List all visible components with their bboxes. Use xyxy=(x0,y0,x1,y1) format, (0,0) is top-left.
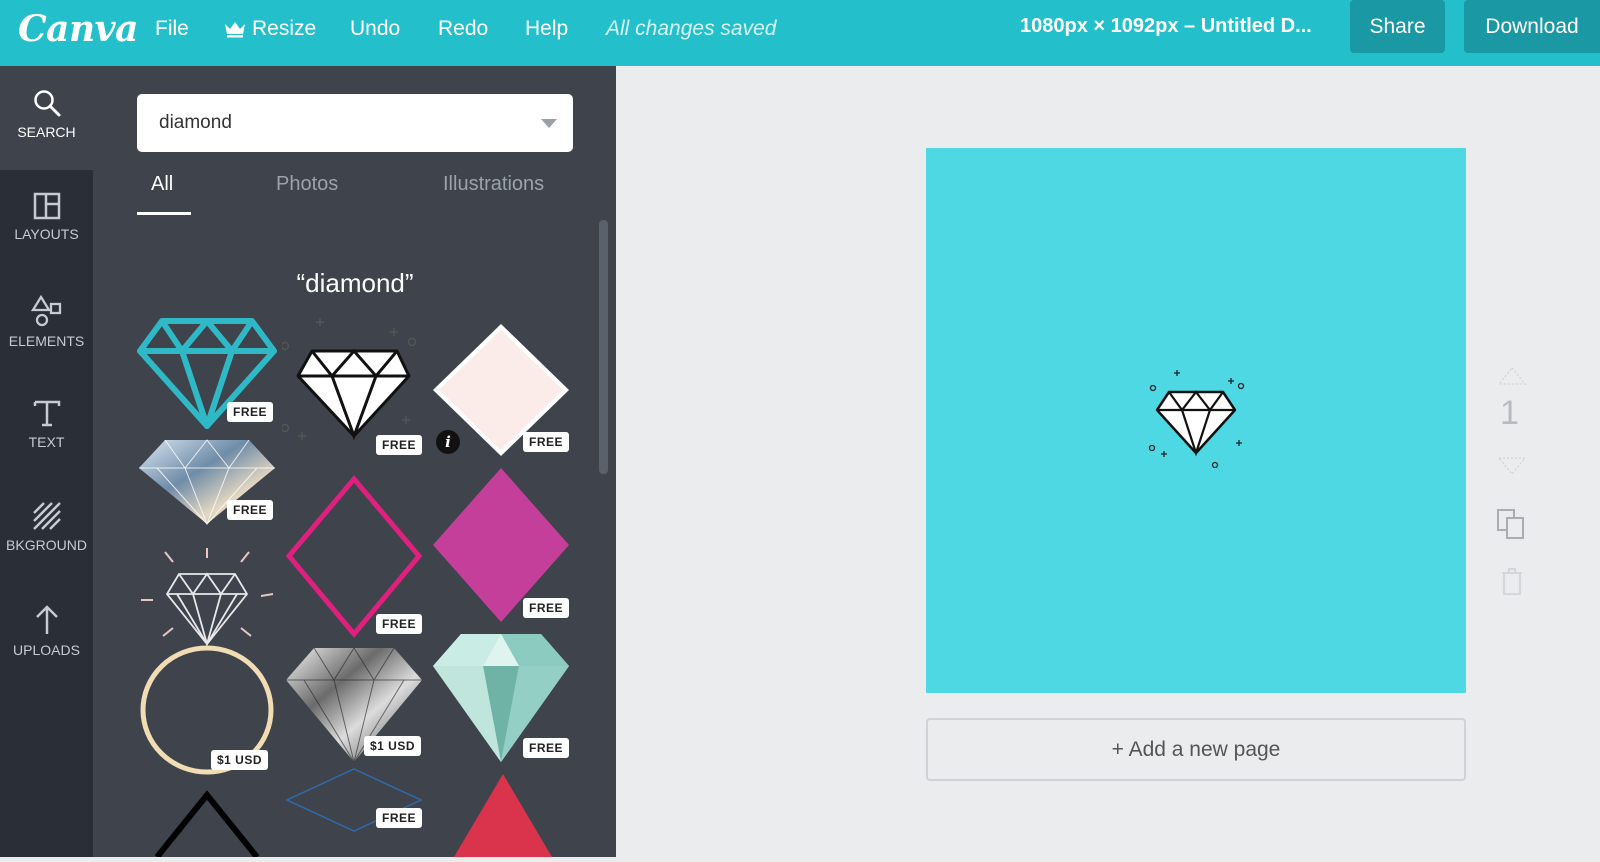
background-icon xyxy=(32,502,61,530)
gem-sparkle-graphic xyxy=(280,318,417,441)
result-mint-gem[interactable]: FREE xyxy=(431,630,571,769)
result-purple-solid-diamond[interactable]: FREE xyxy=(431,466,571,629)
design-canvas[interactable] xyxy=(926,148,1466,693)
tab-photos[interactable]: Photos xyxy=(276,173,338,196)
text-icon xyxy=(33,400,60,427)
sidebar-item-label: ELEMENTS xyxy=(8,333,85,349)
canva-logo[interactable]: Canva xyxy=(18,8,138,50)
sidebar-item-uploads[interactable]: UPLOADS xyxy=(0,582,93,682)
resize-label: Resize xyxy=(252,17,317,40)
chevron-down-icon[interactable] xyxy=(541,119,557,128)
undo-button[interactable]: Undo xyxy=(350,17,400,41)
sidebar-item-elements[interactable]: ELEMENTS xyxy=(0,273,93,373)
result-teal-outline-diamond[interactable]: FREE xyxy=(137,318,277,435)
results-heading: “diamond” xyxy=(296,268,414,298)
active-tab-indicator xyxy=(137,212,191,215)
price-badge: FREE xyxy=(523,598,570,618)
tab-all[interactable]: All xyxy=(151,173,173,196)
sidebar-item-layouts[interactable]: LAYOUTS xyxy=(0,170,93,270)
delete-page-icon[interactable] xyxy=(1500,568,1524,596)
resize-menu[interactable]: Resize xyxy=(224,17,316,41)
search-input[interactable] xyxy=(137,94,573,152)
canvas-diamond-element[interactable] xyxy=(1147,368,1247,468)
duplicate-page-icon[interactable] xyxy=(1496,508,1526,540)
tab-illustrations[interactable]: Illustrations xyxy=(443,173,544,196)
search-icon xyxy=(33,90,60,117)
result-pink-square-diamond[interactable]: FREE xyxy=(431,322,571,463)
price-badge: FREE xyxy=(376,808,423,828)
diamond-outline-graphic xyxy=(154,790,260,859)
panel-scrollbar[interactable] xyxy=(599,220,608,474)
sidebar-item-background[interactable]: BKGROUND xyxy=(0,479,93,579)
sidebar-item-label: UPLOADS xyxy=(13,642,80,658)
sidebar-item-label: SEARCH xyxy=(17,124,76,140)
result-white-gem-sparkle[interactable]: FREE xyxy=(280,318,427,455)
layouts-icon xyxy=(33,192,60,220)
help-menu[interactable]: Help xyxy=(525,17,568,41)
file-menu[interactable]: File xyxy=(155,17,189,41)
result-red-solid-diamond[interactable] xyxy=(452,774,554,862)
diamond-ring-graphic xyxy=(140,548,274,775)
top-bar: Canva File Resize Undo Redo Help All cha… xyxy=(0,0,1600,66)
sidebar-item-label: BKGROUND xyxy=(6,537,87,553)
elements-icon xyxy=(30,295,61,327)
sidebar-item-label: LAYOUTS xyxy=(14,226,79,242)
sidebar-item-text[interactable]: TEXT xyxy=(0,376,93,476)
download-button[interactable]: Download xyxy=(1464,0,1600,53)
result-blue-thin-diamond[interactable]: FREE xyxy=(284,766,424,839)
price-badge: FREE xyxy=(376,614,423,634)
result-crystal-photo[interactable]: FREE xyxy=(137,438,277,531)
diamond-solid-graphic xyxy=(454,774,552,857)
page-number: 1 xyxy=(1500,394,1519,432)
sidebar-item-label: TEXT xyxy=(28,434,65,450)
price-badge: FREE xyxy=(376,435,423,455)
add-page-button[interactable]: + Add a new page xyxy=(926,718,1466,781)
result-ring-illustration[interactable]: $1 USD xyxy=(137,548,277,783)
save-status: All changes saved xyxy=(606,17,777,40)
price-badge: FREE xyxy=(523,738,570,758)
result-black-outline-diamond[interactable] xyxy=(152,790,262,862)
crown-icon xyxy=(225,22,245,38)
price-badge: FREE xyxy=(227,402,274,422)
result-silver-diamond-photo[interactable]: $1 USD xyxy=(284,646,424,769)
redo-button[interactable]: Redo xyxy=(438,17,488,41)
document-title[interactable]: 1080px × 1092px – Untitled D... xyxy=(1020,15,1312,38)
move-page-down-icon[interactable] xyxy=(1497,456,1527,476)
upload-icon xyxy=(35,605,58,634)
result-magenta-outline-diamond[interactable]: FREE xyxy=(284,474,424,645)
sidebar-item-search[interactable]: SEARCH xyxy=(0,66,93,166)
price-badge: $1 USD xyxy=(364,736,422,756)
share-button[interactable]: Share xyxy=(1350,0,1445,53)
price-badge: FREE xyxy=(523,432,570,452)
price-badge: $1 USD xyxy=(211,750,269,770)
move-page-up-icon[interactable] xyxy=(1497,366,1527,386)
price-badge: FREE xyxy=(227,500,274,520)
